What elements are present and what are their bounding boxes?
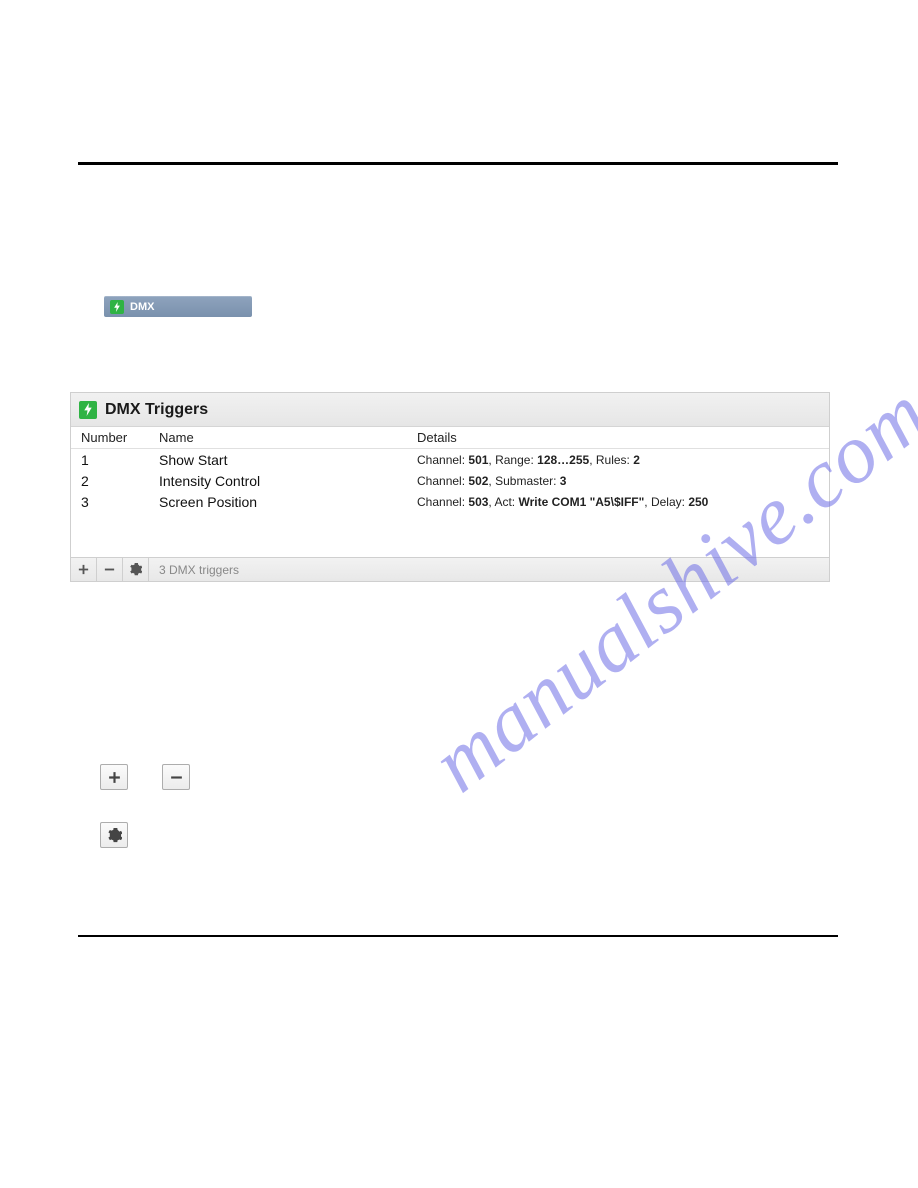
column-header-number: Number	[81, 430, 159, 445]
settings-button[interactable]	[100, 822, 128, 848]
cell-name: Screen Position	[159, 494, 417, 510]
cell-details: Channel: 501, Range: 128…255, Rules: 2	[417, 453, 829, 467]
column-header-details: Details	[417, 430, 829, 445]
table-row[interactable]: 2 Intensity Control Channel: 502, Submas…	[71, 470, 829, 491]
settings-button[interactable]	[123, 558, 149, 581]
table-row[interactable]: 3 Screen Position Channel: 503, Act: Wri…	[71, 491, 829, 512]
footer-status-text: 3 DMX triggers	[149, 558, 829, 581]
panel-header: DMX Triggers	[71, 393, 829, 427]
cell-name: Show Start	[159, 452, 417, 468]
bolt-icon	[110, 300, 124, 314]
remove-button[interactable]	[162, 764, 190, 790]
cell-number: 2	[81, 473, 159, 489]
cell-details: Channel: 502, Submaster: 3	[417, 474, 829, 488]
horizontal-rule-top	[78, 162, 838, 165]
table-header: Number Name Details	[71, 427, 829, 449]
panel-footer: 3 DMX triggers	[71, 557, 829, 581]
table-body: 1 Show Start Channel: 501, Range: 128…25…	[71, 449, 829, 557]
cell-details: Channel: 503, Act: Write COM1 "A5\$IFF",…	[417, 495, 829, 509]
dmx-tab-label: DMX	[130, 301, 154, 313]
column-header-name: Name	[159, 430, 417, 445]
cell-number: 1	[81, 452, 159, 468]
horizontal-rule-bottom	[78, 935, 838, 937]
add-button[interactable]	[71, 558, 97, 581]
add-button[interactable]	[100, 764, 128, 790]
bolt-icon	[79, 401, 97, 419]
table-row[interactable]: 1 Show Start Channel: 501, Range: 128…25…	[71, 449, 829, 470]
panel-title: DMX Triggers	[105, 401, 208, 419]
cell-name: Intensity Control	[159, 473, 417, 489]
cell-number: 3	[81, 494, 159, 510]
remove-button[interactable]	[97, 558, 123, 581]
dmx-tab-button[interactable]: DMX	[104, 296, 252, 317]
dmx-triggers-panel: DMX Triggers Number Name Details 1 Show …	[70, 392, 830, 582]
